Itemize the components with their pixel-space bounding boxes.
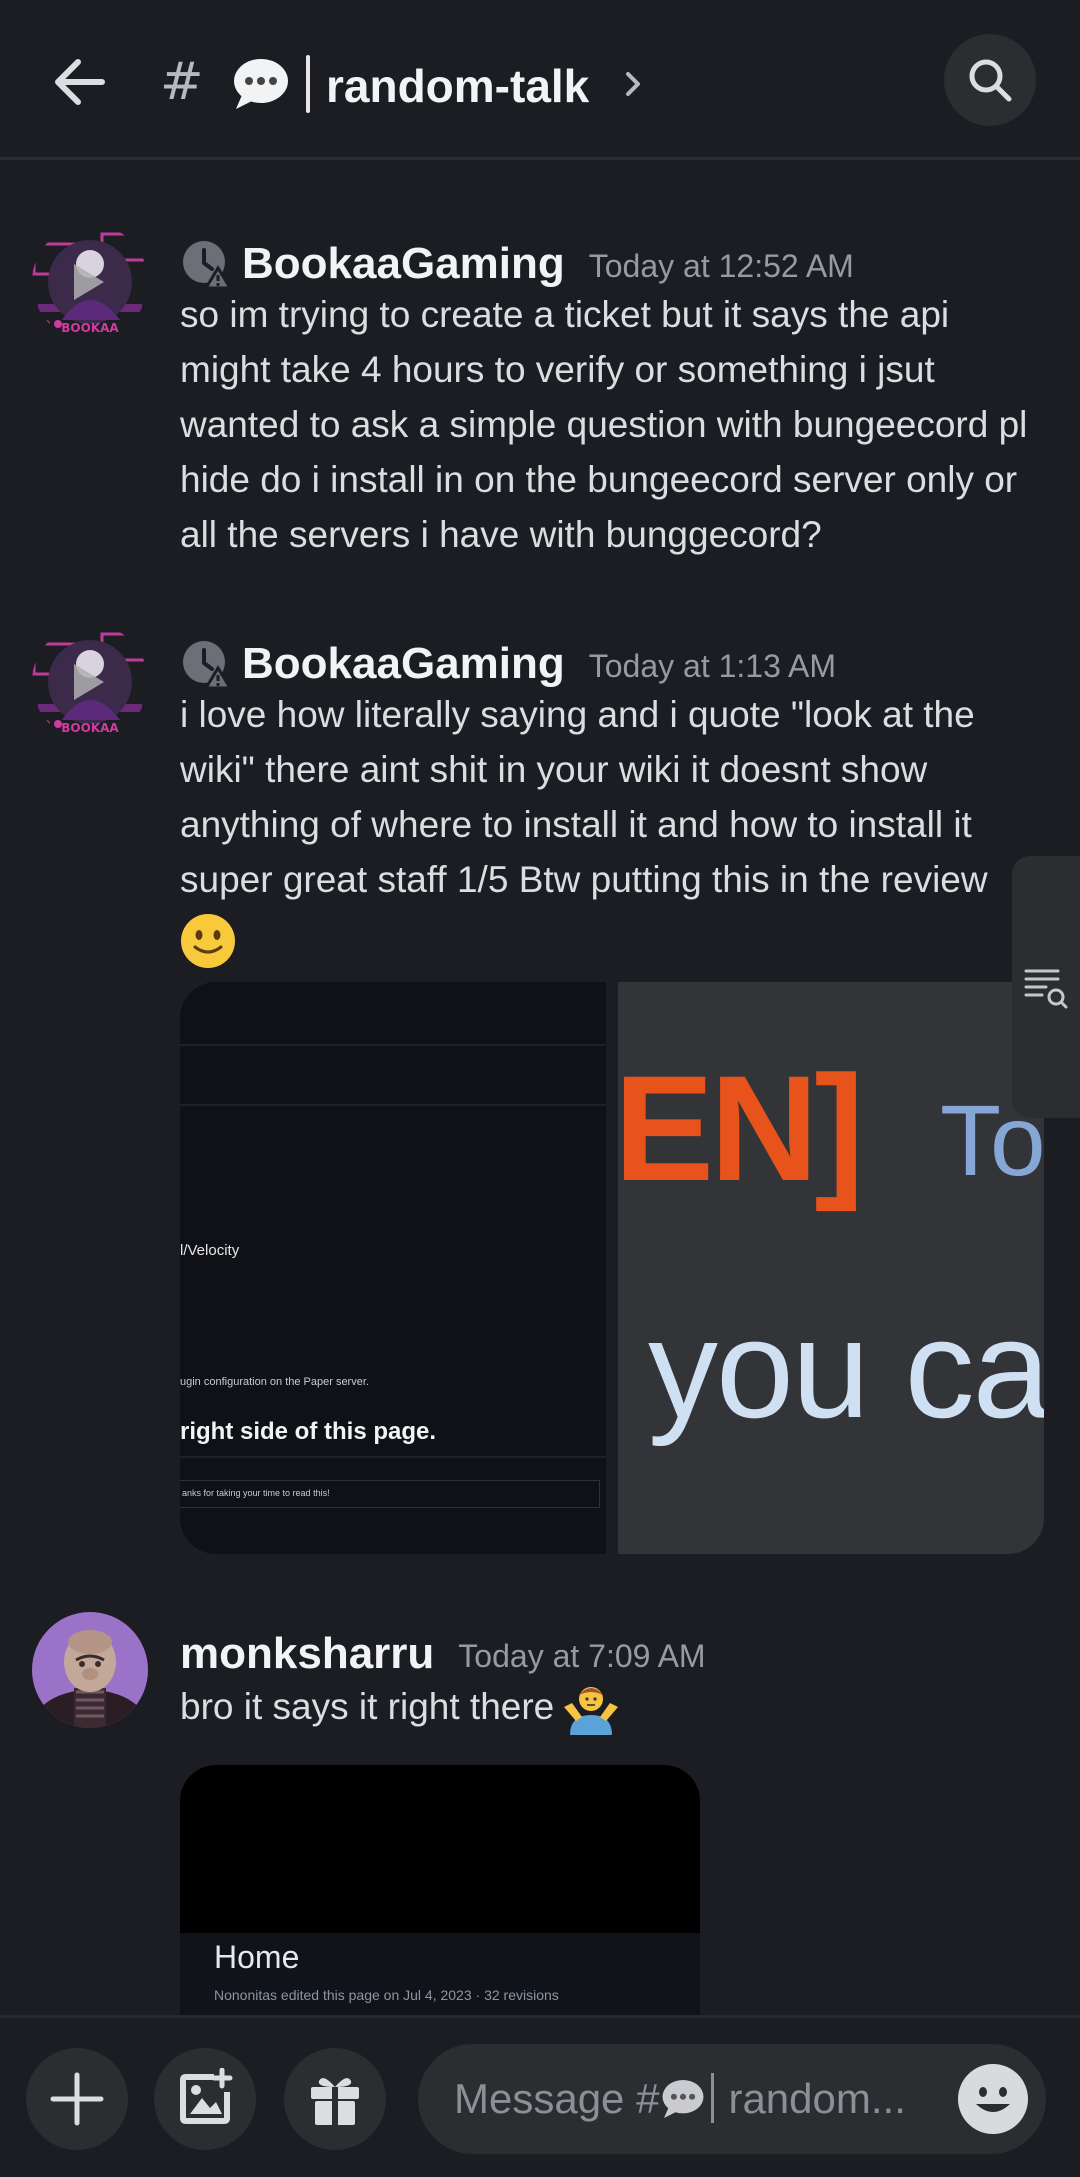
- message-header: BookaaGaming Today at 1:13 AM: [180, 634, 836, 694]
- message-input[interactable]: Message # random...: [418, 2044, 1046, 2154]
- svg-text:BOOKAA: BOOKAA: [61, 721, 119, 735]
- message-timestamp: Today at 12:52 AM: [588, 247, 854, 284]
- image-attachment[interactable]: EN] To you ca: [618, 982, 1044, 1554]
- avatar[interactable]: BOOKAA: [32, 224, 148, 340]
- attachment-text: EN]: [618, 1044, 864, 1212]
- author-name[interactable]: BookaaGaming: [242, 239, 565, 289]
- message-item[interactable]: BOOKAA BookaaGaming Today at 1:13 AM i l…: [0, 620, 1080, 1570]
- add-button[interactable]: [26, 2048, 128, 2150]
- attachment-text: ugin configuration on the Paper server.: [180, 1376, 369, 1388]
- message-header: BookaaGaming Today at 12:52 AM: [180, 234, 854, 294]
- message-text-content: i love how literally saying and i quote …: [180, 694, 988, 900]
- divider: [180, 1044, 606, 1046]
- message-text: so im trying to create a ticket but it s…: [180, 294, 1028, 555]
- message-text-content: bro it says it right there: [180, 1685, 555, 1727]
- speech-bubble-icon: [661, 2077, 705, 2121]
- author-name[interactable]: monksharru: [180, 1629, 434, 1679]
- message-text: bro it says it right there: [180, 1677, 1040, 1735]
- message-timestamp: Today at 1:13 AM: [588, 647, 837, 684]
- clock-warning-icon: [183, 241, 232, 290]
- smiley-icon: [976, 2087, 1010, 2112]
- search-list-icon: [1024, 969, 1068, 1009]
- back-arrow-icon[interactable]: [48, 50, 112, 114]
- attachment-text: l/Velocity: [180, 1242, 240, 1259]
- gift-icon: [311, 2078, 359, 2125]
- placeholder-prefix: Message #: [454, 2075, 660, 2122]
- search-button[interactable]: [944, 34, 1036, 126]
- message-item[interactable]: monksharru Today at 7:09 AM bro it says …: [0, 1610, 1080, 2025]
- avatar[interactable]: [32, 1612, 148, 1728]
- gallery-button[interactable]: [154, 2048, 256, 2150]
- channel-title[interactable]: random-talk: [326, 56, 589, 116]
- placeholder-divider: [711, 2073, 715, 2123]
- author-name[interactable]: BookaaGaming: [242, 639, 565, 689]
- channel-hash-icon: #: [160, 52, 204, 112]
- attachment-title: Home: [214, 1939, 300, 1975]
- message-header: monksharru Today at 7:09 AM: [180, 1624, 706, 1684]
- message-placeholder: Message # random...: [454, 2071, 906, 2127]
- emoji-button[interactable]: [958, 2064, 1028, 2134]
- message-text: i love how literally saying and i quote …: [180, 687, 1020, 969]
- text-box: anks for taking your time to read this!: [180, 1480, 600, 1508]
- plus-icon: [50, 2072, 104, 2126]
- image-attachment[interactable]: Home Nononitas edited this page on Jul 4…: [180, 1765, 700, 2025]
- attachment-text: you ca: [648, 1290, 1044, 1447]
- attachment-text: anks for taking your time to read this!: [182, 1488, 330, 1498]
- image-icon: [180, 2068, 233, 2124]
- divider: [180, 1456, 606, 1458]
- chevron-right-icon[interactable]: [622, 66, 646, 102]
- attachment-text: right side of this page.: [180, 1418, 437, 1445]
- clock-warning-icon: [183, 641, 232, 690]
- search-icon: [969, 59, 1012, 102]
- member-list-tab[interactable]: [1012, 856, 1080, 1118]
- person-shrugging-emoji-icon: [562, 1677, 620, 1735]
- slightly-smiling-emoji-icon: [180, 913, 236, 969]
- speech-bubble-icon: [232, 55, 290, 113]
- composer-bar: Message # random...: [0, 2015, 1080, 2177]
- avatar[interactable]: BOOKAA: [32, 624, 148, 740]
- message-item[interactable]: BOOKAA BookaaGaming Today at 12:52 AM so…: [0, 220, 1080, 560]
- attachment-footer: Home Nononitas edited this page on Jul 4…: [180, 1933, 700, 2025]
- placeholder-suffix: random...: [728, 2075, 906, 2122]
- svg-text:BOOKAA: BOOKAA: [61, 321, 119, 335]
- attachment-subtitle: Nononitas edited this page on Jul 4, 202…: [214, 1987, 559, 2003]
- image-attachment[interactable]: l/Velocity ugin configuration on the Pap…: [180, 982, 606, 1554]
- gift-button[interactable]: [284, 2048, 386, 2150]
- message-timestamp: Today at 7:09 AM: [458, 1637, 706, 1674]
- discord-app: # random-talk BOOKAA BookaaGaming Today …: [0, 0, 1080, 2177]
- channel-header: # random-talk: [0, 0, 1080, 160]
- title-divider: [306, 55, 310, 113]
- divider: [180, 1104, 606, 1106]
